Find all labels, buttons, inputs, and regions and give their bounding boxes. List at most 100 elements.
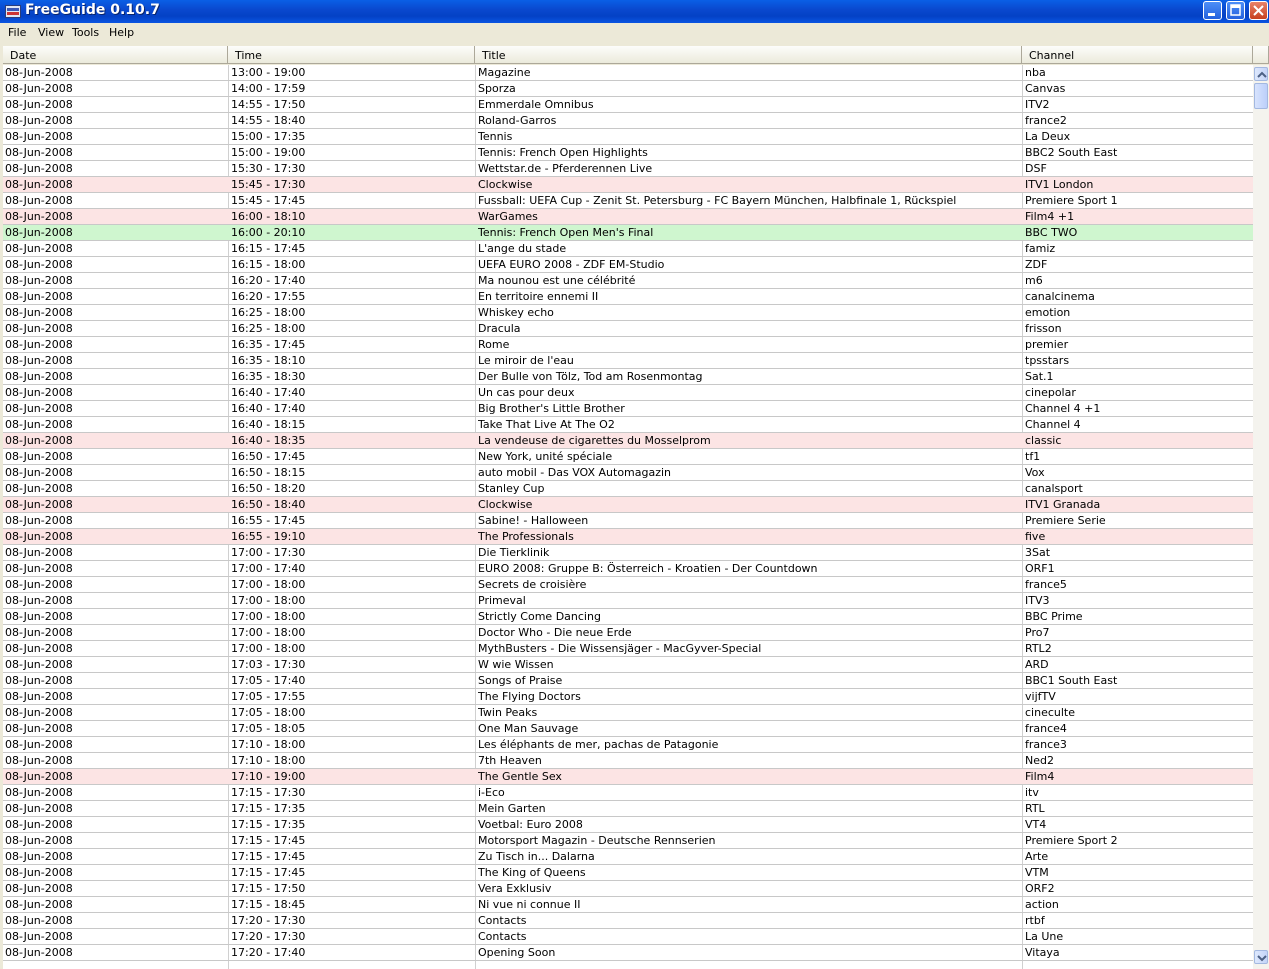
cell-channel: BBC TWO [1025,226,1078,239]
cell-time: 15:45 - 17:45 [231,194,306,207]
table-row[interactable]: 08-Jun-2008 16:50 - 18:15 auto mobil - Das… [3,465,1253,481]
table-row[interactable]: 08-Jun-2008 17:20 - 17:30 Contacts rtbf [3,913,1253,929]
cell-time: 17:05 - 17:40 [231,674,306,687]
cell-channel: france3 [1025,738,1067,751]
table-row[interactable]: 08-Jun-2008 17:10 - 18:00 7th Heaven Ned2 [3,753,1253,769]
table-row[interactable]: 08-Jun-2008 17:00 - 17:30 Die Tierklinik 3S… [3,545,1253,561]
cell-date: 08-Jun-2008 [5,338,73,351]
table-row[interactable]: 08-Jun-2008 16:35 - 18:30 Der Bulle von Tö… [3,369,1253,385]
table-row[interactable]: 08-Jun-2008 16:15 - 17:45 L'ange du stade f… [3,241,1253,257]
table-row[interactable]: 08-Jun-2008 15:45 - 17:45 Fussball: UEFA C… [3,193,1253,209]
cell-title: Tennis: French Open Highlights [478,146,648,159]
table-row[interactable]: 08-Jun-2008 14:00 - 17:59 Sporza Canvas [3,81,1253,97]
cell-time: 16:00 - 18:10 [231,210,306,223]
table-row[interactable]: 08-Jun-2008 16:40 - 18:15 Take That Live A… [3,417,1253,433]
table-row[interactable]: 08-Jun-2008 16:20 - 17:40 Ma nounou est un… [3,273,1253,289]
cell-channel: ITV1 Granada [1025,498,1101,511]
table-row[interactable]: 08-Jun-2008 17:05 - 17:55 The Flying Docto… [3,689,1253,705]
vertical-scrollbar[interactable] [1253,65,1269,969]
table-row[interactable]: 08-Jun-2008 16:50 - 17:45 New York, unité … [3,449,1253,465]
menu-tools[interactable]: Tools [72,26,99,39]
column-header-title[interactable]: Title [475,46,1022,64]
table-row[interactable]: 08-Jun-2008 16:50 - 18:20 Stanley Cup canal… [3,481,1253,497]
scroll-thumb[interactable] [1254,83,1268,109]
cell-title: MythBusters - Die Wissensjäger - MacGyve… [478,642,762,655]
table-row[interactable]: 08-Jun-2008 15:00 - 19:00 Tennis: French O… [3,145,1253,161]
column-header-time[interactable]: Time [228,46,475,64]
scroll-up-button[interactable] [1254,67,1268,81]
cell-time: 16:40 - 18:15 [231,418,306,431]
table-row[interactable]: 08-Jun-2008 16:00 - 18:10 WarGames Film4 +1 [3,209,1253,225]
table-row[interactable]: 08-Jun-2008 15:45 - 17:30 Clockwise ITV1 Lo… [3,177,1253,193]
table-row[interactable]: 08-Jun-2008 16:50 - 18:40 Clockwise ITV1 Gr… [3,497,1253,513]
cell-channel: famiz [1025,242,1056,255]
table-row[interactable]: 08-Jun-2008 17:15 - 17:30 i-Eco itv [3,785,1253,801]
table-row[interactable]: 08-Jun-2008 17:15 - 17:35 Mein Garten RTL [3,801,1253,817]
table-row[interactable]: 08-Jun-2008 16:40 - 17:40 Un cas pour deux… [3,385,1253,401]
cell-date: 08-Jun-2008 [5,642,73,655]
table-row[interactable]: 08-Jun-2008 13:00 - 19:00 Magazine nba [3,65,1253,81]
menu-view[interactable]: View [38,26,64,39]
table-row[interactable]: 08-Jun-2008 17:10 - 19:00 The Gentle Sex Fi… [3,769,1253,785]
table-row[interactable]: 08-Jun-2008 17:15 - 18:45 Ni vue ni connue… [3,897,1253,913]
column-header-channel[interactable]: Channel [1022,46,1253,64]
table-row[interactable]: 08-Jun-2008 17:15 - 17:45 Zu Tisch in... D… [3,849,1253,865]
table-row[interactable]: 08-Jun-2008 17:05 - 18:00 Twin Peaks cinecu… [3,705,1253,721]
table-row[interactable]: 08-Jun-2008 17:15 - 17:50 Vera Exklusiv ORF… [3,881,1253,897]
table-row[interactable]: 08-Jun-2008 17:15 - 17:35 Voetbal: Euro 20… [3,817,1253,833]
table-row[interactable]: 08-Jun-2008 17:00 - 18:00 Primeval ITV3 [3,593,1253,609]
table-row[interactable]: 08-Jun-2008 16:40 - 17:40 Big Brother's Li… [3,401,1253,417]
cell-title: Fussball: UEFA Cup - Zenit St. Petersbur… [478,194,957,207]
table-row[interactable]: 08-Jun-2008 16:25 - 18:00 Whiskey echo emot… [3,305,1253,321]
table-row[interactable]: 08-Jun-2008 17:00 - 17:40 EURO 2008: Grupp… [3,561,1253,577]
cell-channel: Vitaya [1025,946,1060,959]
table-row[interactable]: 08-Jun-2008 17:00 - 18:00 Strictly Come Da… [3,609,1253,625]
table-row[interactable]: 08-Jun-2008 17:20 - 17:30 Contacts La Une [3,929,1253,945]
table-row[interactable]: 08-Jun-2008 16:15 - 18:00 UEFA EURO 2008 -… [3,257,1253,273]
menu-help[interactable]: Help [109,26,134,39]
table-row[interactable]: 08-Jun-2008 17:05 - 17:40 Songs of Praise B… [3,673,1253,689]
cell-title: Clockwise [478,498,533,511]
cell-date: 08-Jun-2008 [5,770,73,783]
table-row[interactable]: 08-Jun-2008 17:15 - 17:45 The King of Quee… [3,865,1253,881]
table-row[interactable]: 08-Jun-2008 16:55 - 17:45 Sabine! - Hallow… [3,513,1253,529]
table-row[interactable]: 08-Jun-2008 16:55 - 19:10 The Professional… [3,529,1253,545]
table-row[interactable]: 08-Jun-2008 16:20 - 17:55 En territoire en… [3,289,1253,305]
cell-time: 14:00 - 17:59 [231,82,306,95]
table-row[interactable]: 08-Jun-2008 17:00 - 18:00 MythBusters - Di… [3,641,1253,657]
cell-time: 17:00 - 18:00 [231,594,306,607]
table-row[interactable]: 08-Jun-2008 17:03 - 17:30 W wie Wissen ARD [3,657,1253,673]
chevron-up-icon [1257,71,1267,78]
table-row[interactable]: 08-Jun-2008 16:25 - 18:00 Dracula frisson [3,321,1253,337]
minimize-button[interactable] [1203,1,1222,20]
table-row[interactable]: 08-Jun-2008 17:15 - 17:45 Motorsport Magaz… [3,833,1253,849]
cell-time: 17:05 - 18:00 [231,706,306,719]
maximize-button[interactable] [1226,1,1245,20]
cell-time: 17:15 - 17:45 [231,834,306,847]
cell-title: Contacts [478,930,527,943]
menu-file[interactable]: File [8,26,26,39]
table-row[interactable]: 08-Jun-2008 17:10 - 18:00 Les éléphants de… [3,737,1253,753]
table-row[interactable]: 08-Jun-2008 17:00 - 18:00 Secrets de crois… [3,577,1253,593]
table-row[interactable]: 08-Jun-2008 16:35 - 17:45 Rome premier [3,337,1253,353]
scroll-down-button[interactable] [1254,950,1268,964]
table-row[interactable]: 08-Jun-2008 17:00 - 18:00 Doctor Who - Die… [3,625,1253,641]
table-row[interactable]: 08-Jun-2008 15:30 - 17:30 Wettstar.de - Pf… [3,161,1253,177]
cell-date: 08-Jun-2008 [5,706,73,719]
cell-title: The Gentle Sex [478,770,562,783]
table-row[interactable]: 08-Jun-2008 17:20 - 17:40 Opening Soon Vita… [3,945,1253,961]
close-button[interactable] [1249,1,1268,20]
table-row[interactable]: 08-Jun-2008 16:00 - 20:10 Tennis: French O… [3,225,1253,241]
table-row[interactable]: 08-Jun-2008 16:40 - 18:35 La vendeuse de c… [3,433,1253,449]
table-row[interactable]: 08-Jun-2008 16:35 - 18:10 Le miroir de l'e… [3,353,1253,369]
cell-title: Zu Tisch in... Dalarna [478,850,595,863]
column-header-date[interactable]: Date [3,46,228,64]
cell-title: La vendeuse de cigarettes du Mosselprom [478,434,711,447]
cell-channel: VT4 [1025,818,1047,831]
cell-channel: frisson [1025,322,1062,335]
table-row[interactable]: 08-Jun-2008 14:55 - 17:50 Emmerdale Omnibu… [3,97,1253,113]
table-row[interactable]: 08-Jun-2008 14:55 - 18:40 Roland-Garros fra… [3,113,1253,129]
table-row[interactable]: 08-Jun-2008 15:00 - 17:35 Tennis La Deux [3,129,1253,145]
cell-date: 08-Jun-2008 [5,226,73,239]
table-row[interactable]: 08-Jun-2008 17:05 - 18:05 One Man Sauvage f… [3,721,1253,737]
